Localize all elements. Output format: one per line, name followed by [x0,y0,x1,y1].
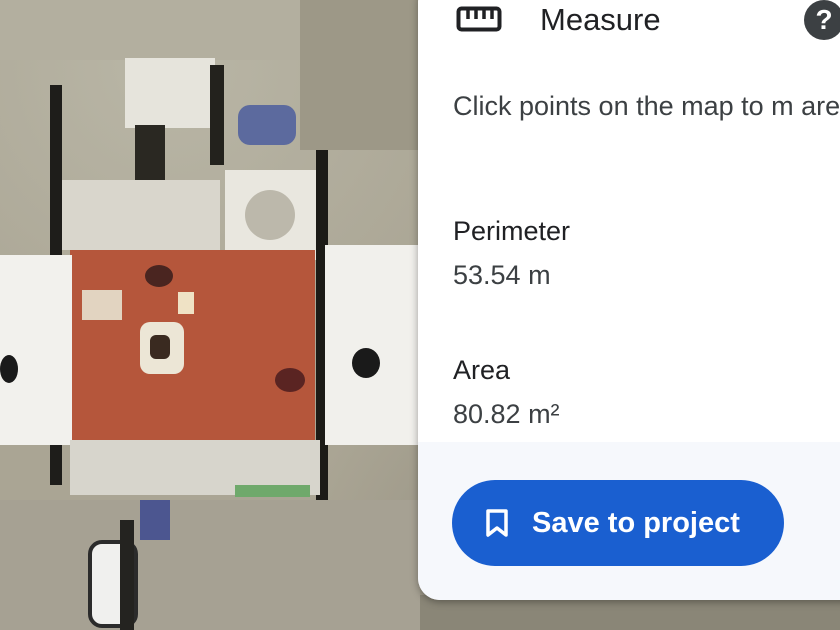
courtyard-object [275,368,305,392]
blue-tarp [238,105,296,145]
roof-vent [0,355,18,383]
ground-patch [0,500,420,630]
perimeter-label: Perimeter [453,216,571,246]
area-value: 80.82 m² [453,399,560,429]
bookmark-icon [486,509,508,537]
courtyard-object [145,265,173,287]
save-to-project-button[interactable]: Save to project [452,480,784,566]
area-label: Area [453,355,511,385]
panel-header: Measure ? [418,0,840,48]
help-icon[interactable]: ? [804,0,840,40]
wall-shadow [135,125,165,180]
courtyard-object [150,335,170,359]
courtyard-object [82,290,122,320]
courtyard-object [178,292,194,314]
wall-shadow [120,520,134,630]
roof-block [125,58,215,128]
green-strip [235,485,310,497]
roof-block [325,245,420,445]
panel-footer: Save to project [418,442,840,600]
perimeter-value: 53.54 m [453,260,551,290]
roof-block [0,255,72,445]
ground-patch [300,0,420,150]
instructions-text: Click points on the map to m area [453,91,840,121]
roof-block [245,190,295,240]
save-button-label: Save to project [532,506,740,539]
panel-title: Measure [540,2,661,37]
wall-shadow [210,65,224,165]
red-roof [70,250,315,440]
ground-patch [420,595,840,630]
roof-block [60,180,220,250]
ruler-icon [456,6,502,32]
measure-panel: Measure ? Click points on the map to m a… [418,0,840,600]
roof-vent [352,348,380,378]
blue-tarp [140,500,170,540]
